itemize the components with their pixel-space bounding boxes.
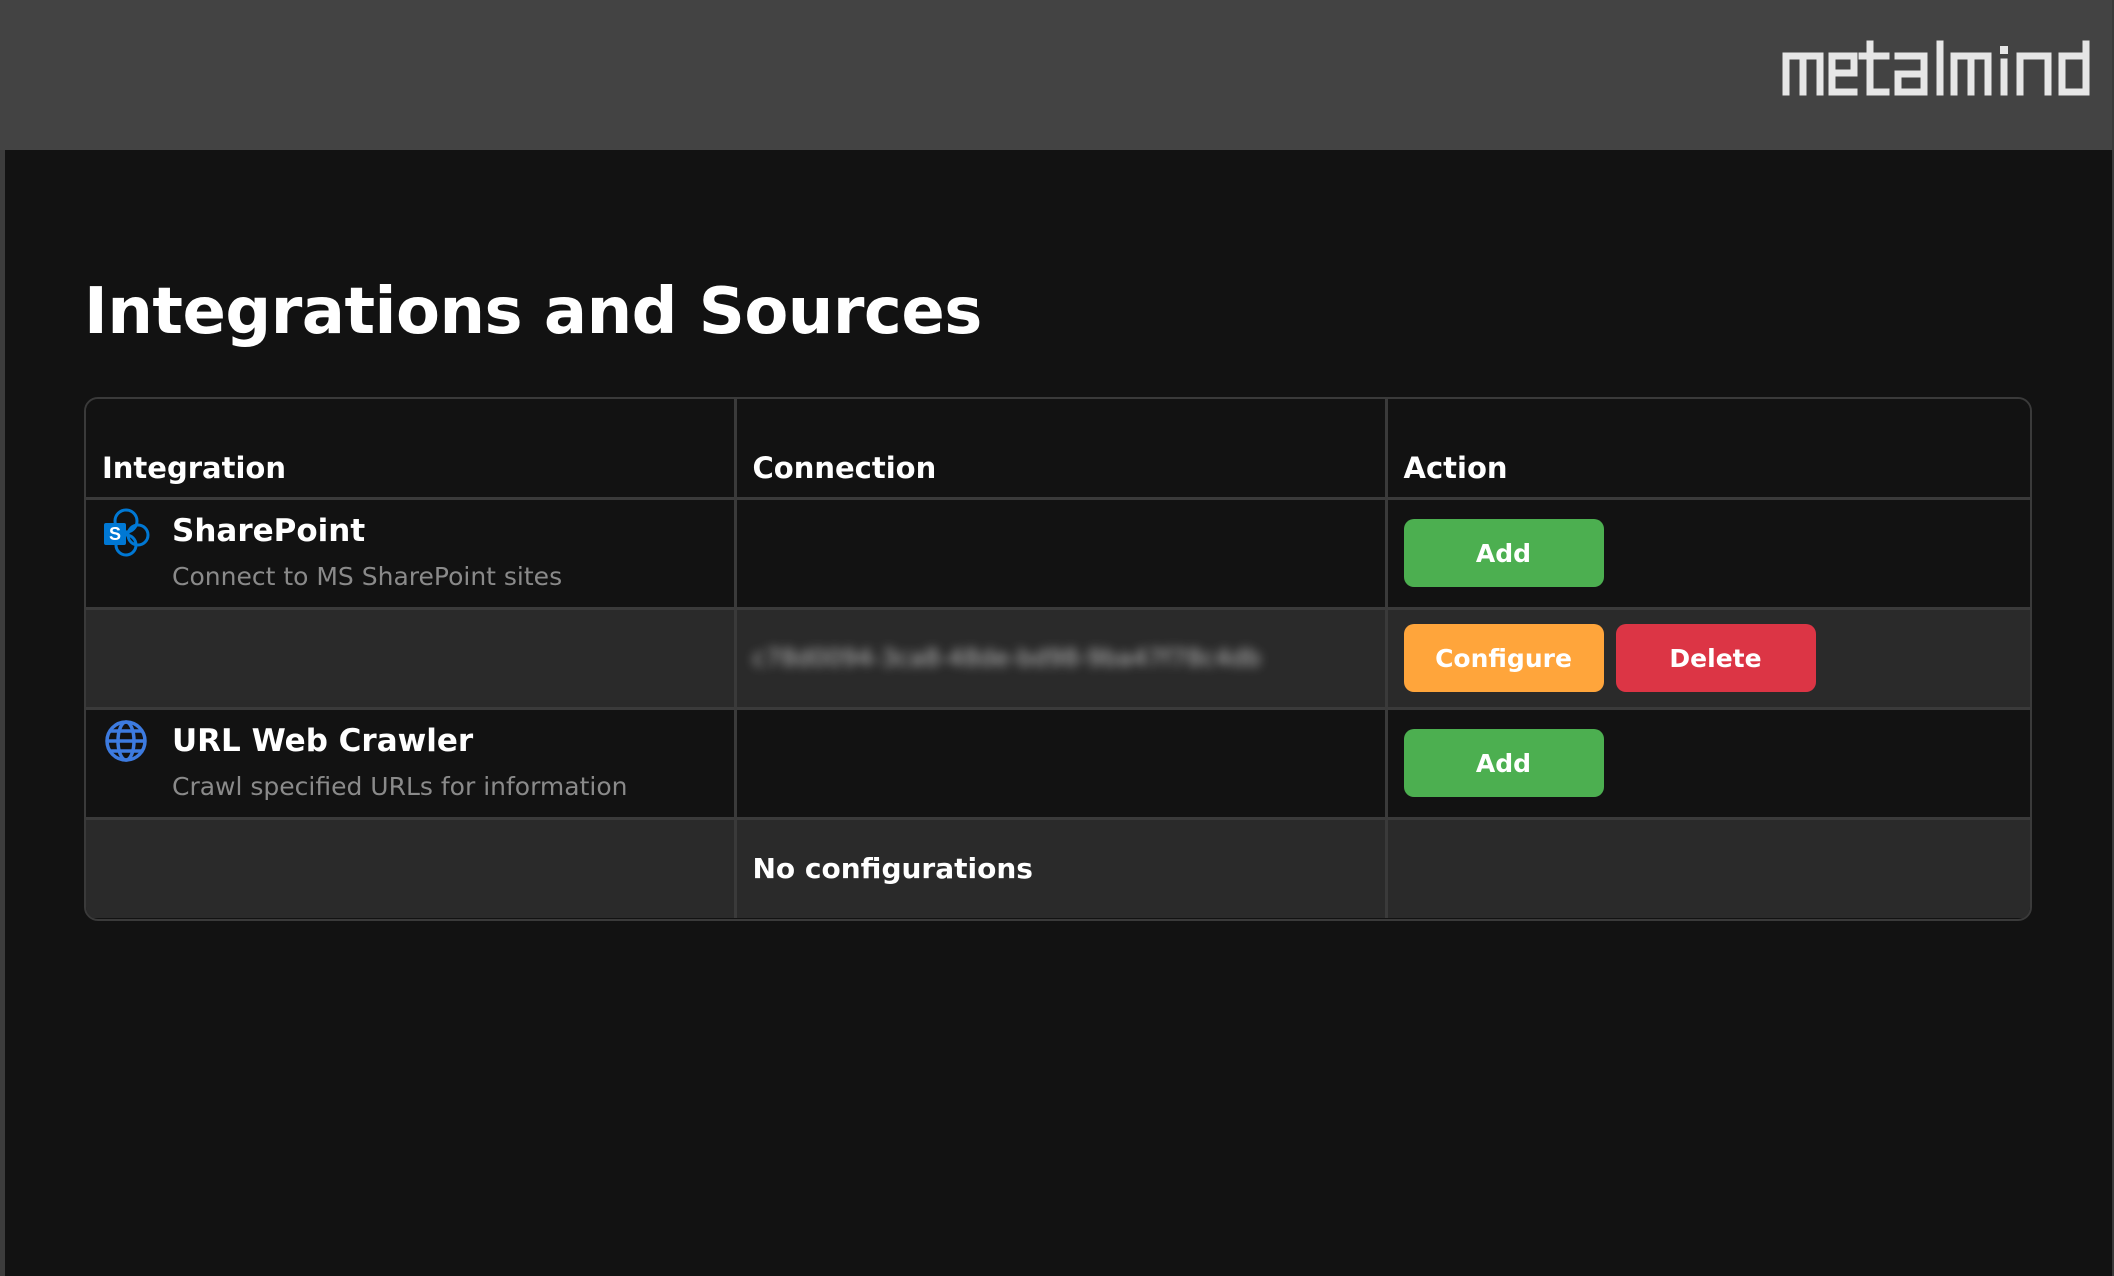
window-left-border (0, 0, 5, 1276)
configure-button[interactable]: Configure (1403, 624, 1604, 692)
integration-row-web-crawler: URL Web Crawler Crawl specified URLs for… (86, 706, 2030, 820)
column-header-action: Action (1384, 399, 2030, 500)
action-cell (1384, 816, 2030, 918)
table-header-row: Integration Connection Action (86, 399, 2030, 500)
connection-cell: No configurations (733, 816, 1388, 918)
action-cell: Add (1384, 496, 2030, 610)
sharepoint-icon: S (102, 507, 154, 559)
add-sharepoint-button[interactable]: Add (1403, 519, 1604, 587)
svg-text:S: S (109, 524, 121, 544)
metalmind-logo (1782, 40, 2090, 96)
integration-name: SharePoint (172, 513, 366, 549)
connection-id: c78d0094-3ca8-48de-bd98-9ba47f78c4db (752, 644, 1261, 672)
configuration-row: c78d0094-3ca8-48de-bd98-9ba47f78c4db Con… (86, 606, 2030, 710)
integration-description: Crawl specified URLs for information (172, 772, 628, 801)
page-title: Integrations and Sources (84, 275, 982, 349)
no-configurations-text: No configurations (752, 852, 1033, 886)
connection-cell (733, 706, 1388, 820)
top-bar (0, 0, 2112, 150)
brand-logo[interactable] (1782, 40, 2092, 100)
globe-icon (102, 717, 154, 769)
integration-name: URL Web Crawler (172, 723, 474, 759)
integration-description: Connect to MS SharePoint sites (172, 562, 563, 591)
column-header-integration: Integration (86, 399, 737, 500)
integration-row-sharepoint: S SharePoint Connect to MS SharePoint si… (86, 496, 2030, 610)
action-cell: Add (1384, 706, 2030, 820)
add-web-crawler-button[interactable]: Add (1403, 729, 1604, 797)
column-header-connection: Connection (733, 399, 1388, 500)
app-window: Integrations and Sources Integration Con… (0, 0, 2114, 1276)
configuration-empty-cell (86, 816, 737, 918)
action-cell: Configure Delete (1384, 606, 2030, 710)
configuration-row: No configurations (86, 816, 2030, 918)
connection-cell: c78d0094-3ca8-48de-bd98-9ba47f78c4db (733, 606, 1388, 710)
delete-button[interactable]: Delete (1615, 624, 1816, 692)
integration-cell: S SharePoint Connect to MS SharePoint si… (86, 496, 737, 610)
integrations-table: Integration Connection Action S SharePoi… (84, 397, 2032, 921)
integration-cell: URL Web Crawler Crawl specified URLs for… (86, 706, 737, 820)
connection-cell (733, 496, 1388, 610)
configuration-empty-cell (86, 606, 737, 710)
